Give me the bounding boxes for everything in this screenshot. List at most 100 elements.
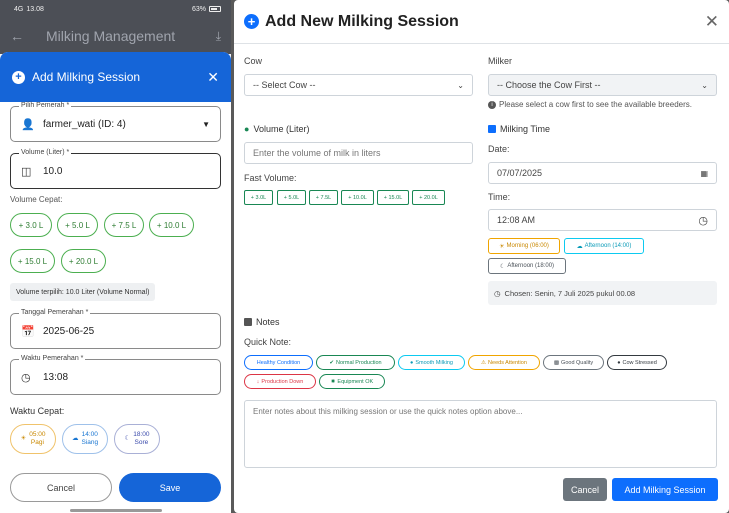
download-icon[interactable]: ⤓: [216, 29, 221, 44]
time-slot-morning[interactable]: ☀ Morning (06:00): [488, 238, 560, 254]
milker-value: farmer_wati (ID: 4): [43, 118, 126, 130]
date-value: 2025-06-25: [43, 325, 95, 337]
close-icon[interactable]: ✕: [705, 12, 719, 32]
sun-icon: ☀: [20, 435, 27, 442]
chevron-down-icon: ⌄: [701, 80, 708, 90]
time-slot-afternoon[interactable]: ☁ Afternoon (14:00): [564, 238, 644, 254]
add-milking-session-button[interactable]: Add Milking Session: [612, 478, 718, 501]
mobile-app: 4G 13.08 63% ← Milking Management ⤓ + Ad…: [0, 0, 231, 513]
cancel-button[interactable]: Cancel: [10, 473, 112, 502]
milking-time-label: Milking Time: [488, 124, 550, 134]
quick-note-text: Healthy Condition: [256, 359, 301, 366]
quick-note-label: Quick Note:: [244, 337, 292, 347]
signal-icon: 4G: [14, 5, 24, 13]
check-circle-icon: ✔: [329, 359, 335, 366]
quick-volume-label: Volume Cepat:: [10, 195, 63, 204]
quick-time-value: 14:00: [81, 431, 98, 438]
milker-select[interactable]: -- Choose the Cow First -- ⌄: [488, 74, 717, 96]
fast-volume-value: 3.0L: [255, 194, 267, 201]
quick-note-chip[interactable]: ↓ Production Down: [244, 374, 316, 389]
time-label: Time:: [488, 192, 511, 202]
add-circle-icon: +: [244, 14, 259, 29]
fast-volume-label: Fast Volume:: [244, 173, 297, 183]
calendar-icon: 📅: [21, 325, 35, 338]
notes-placeholder: Enter notes about this milking session o…: [253, 407, 523, 416]
time-label: Waktu Pemerahan *: [19, 355, 86, 362]
quick-note-chip[interactable]: Healthy Condition: [244, 355, 313, 370]
cow-select[interactable]: -- Select Cow -- ⌄: [244, 74, 473, 96]
quick-note-chip[interactable]: ⚠ Needs Attention: [468, 355, 540, 370]
quick-time-chip-noon[interactable]: ☁ 14:00 Siang: [62, 424, 108, 454]
quick-time-chip-evening[interactable]: ☾ 18:00 Sore: [114, 424, 160, 454]
quick-time-name: Pagi: [30, 439, 44, 446]
quick-note-chip[interactable]: ● Smooth Milking: [398, 355, 465, 370]
chevron-down-icon: ⌄: [457, 80, 464, 90]
sheet-header: + Add Milking Session ✕: [0, 52, 231, 102]
quick-note-chip[interactable]: ✔ Normal Production: [316, 355, 395, 370]
time-input[interactable]: Waktu Pemerahan * ◷ 13:08: [10, 355, 221, 395]
fast-volume-chip[interactable]: + 3.0L: [244, 190, 273, 205]
fast-volume-chip[interactable]: + 5.0L: [277, 190, 306, 205]
volume-input[interactable]: Enter the volume of milk in liters: [244, 142, 473, 164]
milker-label: Pilih Pemerah *: [19, 102, 72, 109]
fast-volume-value: 10.0L: [352, 194, 367, 201]
fast-volume-chip[interactable]: + 20.0L: [412, 190, 445, 205]
quick-volume-chip[interactable]: + 10.0 L: [149, 213, 194, 237]
milker-dropdown[interactable]: Pilih Pemerah * 👤 farmer_wati (ID: 4) ▼: [10, 102, 221, 142]
quick-note-chip[interactable]: ● Cow Stressed: [607, 355, 667, 370]
quick-volume-chip[interactable]: + 15.0 L: [10, 249, 55, 273]
date-input[interactable]: 07/07/2025 ▦: [488, 162, 717, 184]
volume-input[interactable]: Volume (Liter) * ◫ 10.0: [10, 149, 221, 189]
date-label: Tanggal Pemerahan *: [19, 309, 91, 316]
quick-time-text: 18:00 Sore: [133, 431, 149, 447]
alert-circle-icon: ●: [617, 359, 621, 366]
date-label: Date:: [488, 144, 510, 154]
date-input[interactable]: Tanggal Pemerahan * 📅 2025-06-25: [10, 309, 221, 349]
clock-icon: ◷: [494, 288, 501, 298]
quick-volume-chip[interactable]: + 5.0 L: [57, 213, 98, 237]
cloud-icon: ☁: [576, 243, 583, 250]
clock-icon[interactable]: ◷: [698, 214, 708, 227]
arrow-down-icon: ↓: [256, 378, 260, 385]
back-arrow-icon[interactable]: ←: [10, 28, 46, 44]
fast-volume-chip[interactable]: + 10.0L: [341, 190, 374, 205]
quick-note-chip[interactable]: ▩ Good Quality: [543, 355, 604, 370]
chosen-datetime: ◷ Chosen: Senin, 7 Juli 2025 pukul 00.08: [488, 281, 717, 305]
fast-volume-chip[interactable]: + 7.5L: [309, 190, 338, 205]
quick-time-value: 18:00: [133, 431, 150, 438]
save-button[interactable]: Save: [119, 473, 221, 502]
quick-note-text: Needs Attention: [488, 359, 527, 366]
milker-label: Milker: [488, 56, 512, 66]
bar-chart-icon: ▩: [553, 359, 560, 366]
clock-icon: ◷: [21, 371, 31, 384]
moon-icon: ☾: [124, 435, 131, 442]
quick-note-chip[interactable]: ✸ Equipment OK: [319, 374, 385, 389]
fast-volume-value: 15.0L: [388, 194, 403, 201]
info-icon: ●: [410, 359, 414, 366]
fast-volume-value: 7.5L: [320, 194, 332, 201]
quick-volume-chip[interactable]: + 7.5 L: [104, 213, 144, 237]
modal-header: + Add New Milking Session ✕: [234, 0, 729, 44]
fast-volume-chip[interactable]: + 15.0L: [377, 190, 409, 205]
milking-time-label-text: Milking Time: [500, 124, 551, 134]
chosen-text: Chosen: Senin, 7 Juli 2025 pukul 00.08: [504, 288, 636, 298]
dropdown-arrow-icon: ▼: [202, 119, 210, 129]
cancel-button[interactable]: Cancel: [563, 478, 607, 501]
tools-icon: ✸: [330, 378, 336, 385]
quick-time-name: Siang: [81, 439, 99, 446]
battery-percent: 63%: [191, 5, 206, 13]
quick-note-text: Equipment OK: [337, 378, 374, 385]
close-icon[interactable]: ✕: [207, 69, 219, 86]
calendar-picker-icon[interactable]: ▦: [700, 169, 708, 178]
battery-icon: [209, 6, 221, 12]
quick-volume-chip[interactable]: + 3.0 L: [10, 213, 52, 237]
quick-time-chip-morning[interactable]: ☀ 05:00 Pagi: [10, 424, 56, 454]
calendar-icon: [488, 125, 496, 133]
time-value: 13:08: [43, 371, 69, 383]
info-icon: i: [488, 100, 496, 109]
time-slot-evening[interactable]: ☾ Afternoon (18:00): [488, 258, 566, 274]
quick-volume-chip[interactable]: + 20.0 L: [61, 249, 106, 273]
time-input[interactable]: 12:08 AM ◷: [488, 209, 717, 231]
volume-value: 10.0: [43, 165, 63, 177]
notes-textarea[interactable]: Enter notes about this milking session o…: [244, 400, 717, 468]
